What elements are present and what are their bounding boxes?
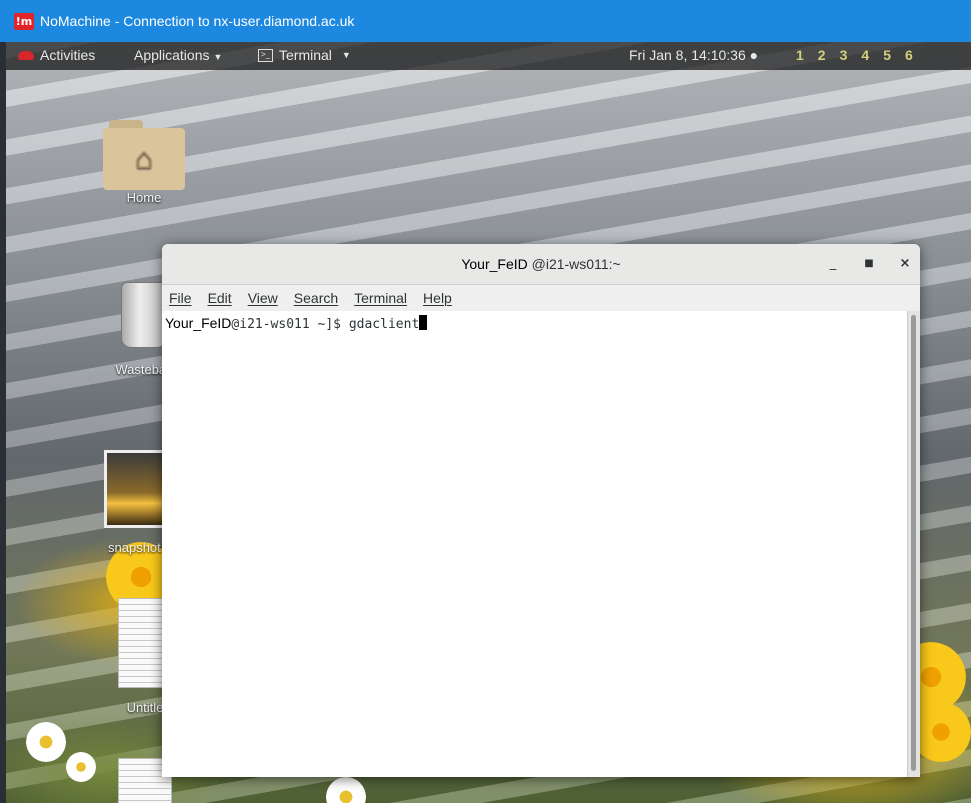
terminal-icon: >_ [258,48,273,62]
activities-label: Activities [40,47,96,63]
home-folder-icon: ⌂ [103,120,185,190]
text-cursor [419,315,428,330]
daisy-decoration [326,777,366,803]
workspace-3[interactable]: 3 [840,47,848,63]
notification-dot-icon: ● [749,47,759,63]
workspace-4[interactable]: 4 [861,47,869,63]
chevron-down-icon: ▼ [213,52,223,62]
trash-icon [121,282,167,348]
window-title: NoMachine - Connection to nx-user.diamon… [40,13,355,29]
typed-command: gdaclient [348,317,420,332]
desktop-icon-home[interactable]: ⌂ Home [96,120,192,205]
prompt-host: @i21-ws011 ~]$ [231,317,349,332]
terminal-app-menu[interactable]: >_ Terminal ▼ [258,47,351,63]
chevron-down-icon: ▼ [341,50,351,60]
desktop-icon-label: Home [126,190,162,205]
gnome-top-bar: Activities Applications ▼ >_ Terminal ▼ Fr… [6,42,971,70]
terminal-headerbar[interactable]: Your_FeID @i21-ws011:~ _ ■ × [162,244,920,285]
nomachine-logo-icon: !m [14,12,34,30]
redhat-icon [18,50,34,60]
clock[interactable]: Fri Jan 8, 14:10:36 ● [629,47,758,63]
activities-button[interactable]: Activities [18,47,95,63]
menu-file[interactable]: File [169,290,192,306]
clock-label: Fri Jan 8, 14:10:36 [629,47,746,63]
menu-help[interactable]: Help [423,290,452,306]
workspace-switcher: 123456 [796,47,927,63]
workspace-2[interactable]: 2 [818,47,826,63]
applications-menu[interactable]: Applications ▼ [134,47,222,63]
scrollbar-thumb[interactable] [911,315,916,771]
minimize-button[interactable]: _ [822,254,844,274]
title-user: Your_FeID [461,256,528,272]
terminal-window: Your_FeID @i21-ws011:~ _ ■ × File Edit V… [162,244,920,777]
flower-decoration [911,702,971,762]
menu-terminal[interactable]: Terminal [354,290,407,306]
prompt-user: Your_FeID [165,315,232,331]
applications-label: Applications [134,47,210,63]
prompt-line: Your_FeID@i21-ws011 ~]$ gdaclient [165,315,428,332]
menu-search[interactable]: Search [294,290,338,306]
title-host: @i21-ws011:~ [527,256,621,272]
workspace-6[interactable]: 6 [905,47,913,63]
workspace-5[interactable]: 5 [883,47,891,63]
menu-view[interactable]: View [248,290,278,306]
remote-desktop: Activities Applications ▼ >_ Terminal ▼ Fr… [6,42,971,803]
terminal-scrollbar[interactable] [907,311,920,777]
daisy-decoration [26,722,66,762]
workspace-1[interactable]: 1 [796,47,804,63]
maximize-button[interactable]: ■ [858,254,880,274]
close-button[interactable]: × [894,254,916,274]
terminal-output[interactable]: Your_FeID@i21-ws011 ~]$ gdaclient [162,311,908,777]
terminal-title: Your_FeID @i21-ws011:~ [162,256,920,272]
terminal-menu-label: Terminal [279,47,332,63]
menu-edit[interactable]: Edit [208,290,232,306]
daisy-decoration [66,752,96,782]
terminal-menubar: File Edit View Search Terminal Help [162,285,920,311]
nomachine-titlebar: !m NoMachine - Connection to nx-user.dia… [0,0,971,42]
